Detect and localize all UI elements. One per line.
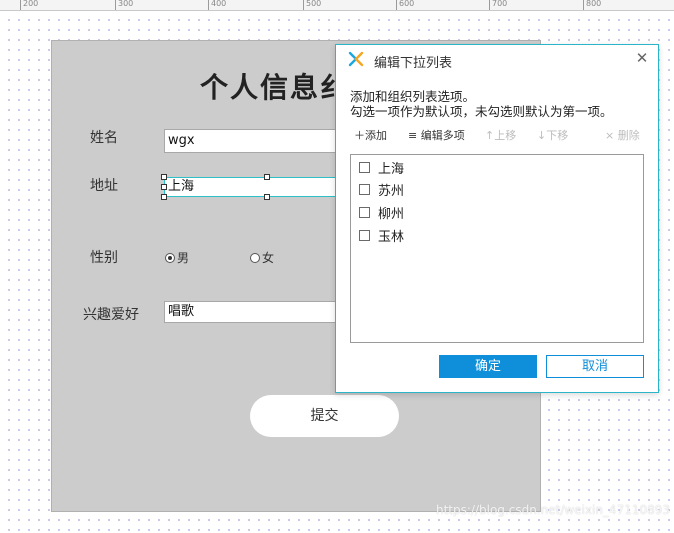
hobby-input[interactable]: 唱歌 [164,301,364,323]
resize-handle[interactable] [264,174,270,180]
address-label: 地址 [90,178,118,194]
cancel-button[interactable]: 取消 [546,355,644,378]
radio-checked-icon [165,252,175,263]
gender-option-label: 男 [177,251,190,265]
checkbox[interactable] [359,206,370,218]
ruler-label: 400 [211,0,227,8]
edit-multiple-button[interactable]: ≡ 编辑多项 [408,127,465,143]
gender-option-label: 女 [262,251,275,265]
dialog-description: 添加和组织列表选项。 勾选一项作为默认项，未勾选则默认为第一项。 [350,89,613,119]
description-line: 添加和组织列表选项。 [350,89,476,104]
name-label: 姓名 [90,130,118,146]
submit-button[interactable]: 提交 [250,395,399,437]
list-item[interactable]: 柳州 [359,202,404,222]
move-up-button[interactable]: ↑上移 [485,127,516,143]
horizontal-ruler: 200 300 400 500 600 700 800 [0,0,674,11]
gender-radio-female[interactable]: 女 [250,249,274,266]
checkbox[interactable] [359,229,370,241]
list-item[interactable]: 玉林 [359,225,404,245]
delete-item-button[interactable]: × 删除 [605,127,640,143]
list-item-label: 柳州 [378,206,405,222]
dialog-title: 编辑下拉列表 [374,56,453,71]
app-logo-icon [348,51,364,67]
resize-handle[interactable] [264,194,270,200]
add-item-button[interactable]: ＋添加 [354,127,387,143]
checkbox[interactable] [359,183,370,195]
gender-radio-male[interactable]: 男 [165,249,189,266]
checkbox[interactable] [359,161,370,173]
ruler-label: 800 [586,0,602,8]
ruler-label: 700 [492,0,508,8]
ruler-label: 600 [399,0,415,8]
resize-handle[interactable] [161,174,167,180]
ok-button[interactable]: 确定 [439,355,537,378]
list-item[interactable]: 苏州 [359,179,404,199]
list-toolbar: ＋添加 ≡ 编辑多项 ↑上移 ↓下移 × 删除 [354,127,650,143]
description-line: 勾选一项作为默认项，未勾选则默认为第一项。 [350,104,613,119]
close-icon[interactable]: ✕ [634,50,650,66]
resize-handle[interactable] [161,194,167,200]
list-item[interactable]: 上海 [359,157,404,177]
radio-unchecked-icon [250,252,260,263]
ruler-label: 500 [306,0,322,8]
dialog-header: 编辑下拉列表 ✕ [336,45,658,75]
edit-dropdown-dialog: 编辑下拉列表 ✕ 添加和组织列表选项。 勾选一项作为默认项，未勾选则默认为第一项… [335,44,659,393]
list-item-label: 苏州 [378,183,405,199]
move-down-button[interactable]: ↓下移 [537,127,568,143]
name-input[interactable]: wgx [164,129,364,153]
hobby-label: 兴趣爱好 [83,307,139,323]
watermark: https://blog.csdn.net/weixin_47110893 [436,503,671,517]
option-list[interactable]: 上海 苏州 柳州 玉林 [350,154,644,343]
resize-handle[interactable] [161,184,167,190]
gender-label: 性别 [90,250,118,266]
list-item-label: 玉林 [378,229,405,245]
list-item-label: 上海 [378,161,405,177]
ruler-label: 300 [118,0,134,8]
ruler-label: 200 [23,0,39,8]
